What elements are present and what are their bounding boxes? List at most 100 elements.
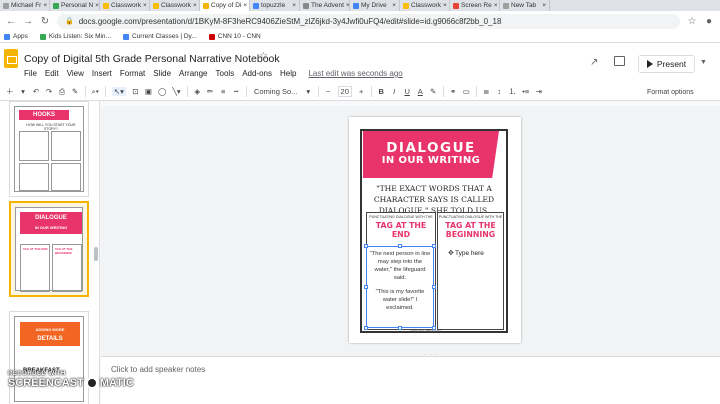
select-cursor-icon[interactable]: ↖▾ (111, 87, 126, 96)
highlight-icon[interactable]: ✎ (430, 87, 437, 96)
tab-close-icon[interactable]: × (243, 2, 247, 9)
menu-insert[interactable]: Insert (92, 69, 112, 78)
tab-close-icon[interactable]: × (95, 2, 99, 9)
textbox-icon[interactable]: ⊡ (132, 87, 139, 96)
fill-color-icon[interactable]: ◈ (194, 87, 201, 96)
bookmark-star-icon[interactable]: ☆ (687, 16, 697, 27)
link-icon[interactable]: ⚭ (450, 87, 457, 96)
bookmark-cnn[interactable]: CNN 10 - CNN (208, 33, 261, 40)
bookmark-current-classes[interactable]: Current Classes | Dy... (122, 33, 197, 40)
menu-tools[interactable]: Tools (216, 69, 235, 78)
font-size-decrease-icon[interactable]: − (325, 87, 332, 96)
tab-close-icon[interactable]: × (392, 2, 396, 9)
activity-trend-icon[interactable]: ↗ (590, 57, 598, 68)
comment-icon[interactable]: ▭ (463, 87, 470, 96)
zoom-icon[interactable]: ⌕▾ (92, 87, 99, 97)
align-icon[interactable]: ≣ (483, 87, 490, 96)
numbered-list-icon[interactable]: ⒈ (509, 86, 517, 97)
filmstrip-scrollbar[interactable] (94, 247, 98, 261)
slide-thumbnail-dialogue[interactable]: DIALOGUE IN OUR WRITING TAG AT THE END T… (9, 201, 89, 297)
resize-handle[interactable] (364, 244, 368, 248)
bold-icon[interactable]: B (378, 87, 385, 96)
resize-handle[interactable] (364, 326, 368, 330)
font-size-input[interactable]: 20 (337, 86, 352, 97)
border-weight-icon[interactable]: ≡ (220, 87, 227, 96)
browser-tab[interactable]: Personal N × (50, 0, 100, 11)
tab-close-icon[interactable]: × (193, 2, 197, 9)
undo-icon[interactable]: ↶ (33, 87, 40, 96)
type-here-placeholder[interactable]: Type here (455, 250, 484, 257)
example-sentence-2[interactable]: "This is my favorite water slide!" I exc… (369, 288, 431, 312)
border-dash-icon[interactable]: ┅ (233, 87, 240, 96)
browser-tab[interactable]: New Tab × (500, 0, 550, 11)
speaker-notes-area[interactable]: Click to add speaker notes (101, 356, 720, 404)
bookmark-apps[interactable]: Apps (4, 33, 28, 40)
format-options-button[interactable]: Format options (647, 83, 694, 101)
print-icon[interactable]: ⎙ (59, 87, 66, 97)
menu-arrange[interactable]: Arrange (179, 69, 207, 78)
example-sentence-1[interactable]: "The next person in line may step into t… (369, 250, 431, 282)
menu-format[interactable]: Format (120, 69, 145, 78)
text-color-icon[interactable]: A (417, 87, 424, 96)
star-icon[interactable]: ☆ (259, 51, 268, 62)
profile-icon[interactable]: ● (704, 16, 714, 27)
browser-tab[interactable]: Classwork × (150, 0, 200, 11)
chevron-down-icon[interactable]: ▾ (305, 87, 312, 96)
browser-tab[interactable]: Michael Fr × (0, 0, 50, 11)
forward-icon[interactable]: → (23, 16, 33, 27)
tab-close-icon[interactable]: × (443, 2, 447, 9)
slide-thumbnail-hooks[interactable]: HOOKS HOW WILL YOU START YOUR STORY? (9, 101, 89, 197)
font-size-increase-icon[interactable]: + (358, 87, 365, 96)
image-icon[interactable]: ▣ (145, 87, 152, 96)
line-spacing-icon[interactable]: ↕ (496, 87, 503, 96)
last-edit-link[interactable]: Last edit was seconds ago (308, 69, 402, 78)
font-family-select[interactable]: Coming So... (253, 87, 299, 96)
add-slide-icon[interactable]: ＋ (6, 86, 14, 97)
resize-handle[interactable] (398, 326, 402, 330)
underline-icon[interactable]: U (404, 87, 411, 96)
document-title[interactable]: Copy of Digital 5th Grade Personal Narra… (24, 53, 280, 65)
browser-tab[interactable]: topuzzle × (250, 0, 300, 11)
chevron-down-icon[interactable]: ▼ (700, 59, 707, 66)
browser-tab[interactable]: Classwork × (100, 0, 150, 11)
comments-icon[interactable] (614, 56, 625, 66)
menu-view[interactable]: View (67, 69, 84, 78)
resize-handle[interactable] (432, 285, 436, 289)
border-color-icon[interactable]: ✏ (207, 87, 214, 96)
line-icon[interactable]: ╲▾ (172, 87, 180, 96)
indent-icon[interactable]: ⇥ (535, 87, 542, 96)
back-icon[interactable]: ← (6, 16, 16, 27)
bulleted-list-icon[interactable]: •≡ (522, 87, 529, 96)
resize-handle[interactable] (364, 285, 368, 289)
dialogue-banner[interactable]: DIALOGUE IN OUR WRITING (363, 131, 499, 178)
menu-edit[interactable]: Edit (45, 69, 59, 78)
redo-icon[interactable]: ↷ (46, 87, 53, 96)
menu-file[interactable]: File (24, 69, 37, 78)
italic-icon[interactable]: I (391, 87, 398, 96)
browser-tab[interactable]: Copy of Di × (200, 0, 250, 11)
reload-icon[interactable]: ↻ (40, 16, 50, 27)
tab-close-icon[interactable]: × (143, 2, 147, 9)
browser-tab[interactable]: Screen Re × (450, 0, 500, 11)
bookmark-kids-listen[interactable]: Kids Listen: Six Min... (39, 33, 111, 40)
tab-label: My Drive (361, 2, 387, 9)
browser-tab[interactable]: The Advent × (300, 0, 350, 11)
url-input[interactable]: 🔒 docs.google.com/presentation/d/1BKyM-8… (57, 13, 680, 29)
present-button[interactable]: Present (638, 55, 695, 73)
dropdown-arrow-icon[interactable]: ▾ (20, 87, 27, 96)
shape-icon[interactable]: ◯ (158, 87, 166, 96)
tab-close-icon[interactable]: × (542, 2, 546, 9)
menu-addons[interactable]: Add-ons (242, 69, 272, 78)
tab-close-icon[interactable]: × (43, 2, 47, 9)
resize-handle[interactable] (432, 244, 436, 248)
menu-slide[interactable]: Slide (153, 69, 171, 78)
menu-help[interactable]: Help (280, 69, 296, 78)
paint-format-icon[interactable]: ✎ (72, 87, 79, 96)
slides-logo-icon[interactable] (4, 49, 18, 68)
resize-handle[interactable] (398, 244, 402, 248)
tab-close-icon[interactable]: × (494, 2, 498, 9)
tab-close-icon[interactable]: × (292, 2, 296, 9)
browser-tab[interactable]: My Drive × (350, 0, 400, 11)
browser-tab[interactable]: Classwork × (400, 0, 450, 11)
slide-thumbnail-details[interactable]: ADDING MORE DETAILS BREAKFAST (9, 311, 89, 404)
